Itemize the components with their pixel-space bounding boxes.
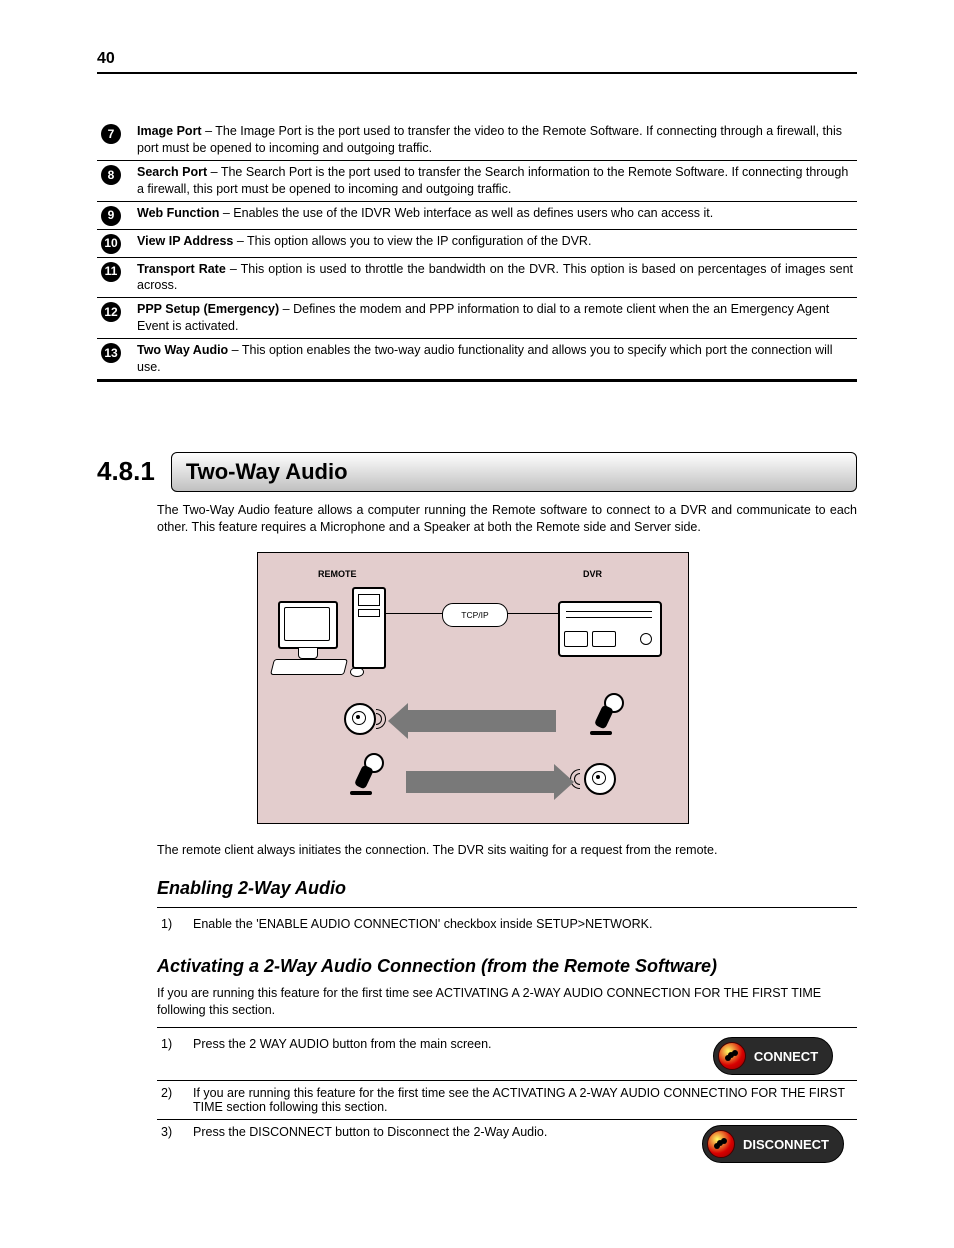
step-text: Enable the 'ENABLE AUDIO CONNECTION' che… xyxy=(189,912,857,936)
glossary-text: PPP Setup (Emergency) – Defines the mode… xyxy=(133,298,857,339)
step-number: 2) xyxy=(157,1081,189,1120)
tcpip-label: TCP/IP xyxy=(442,603,508,627)
section-intro: The Two-Way Audio feature allows a compu… xyxy=(157,502,857,536)
microphone-icon xyxy=(348,753,378,799)
glossary-text: Image Port – The Image Port is the port … xyxy=(133,120,857,160)
button-label: CONNECT xyxy=(754,1049,818,1064)
glossary-row: 12 PPP Setup (Emergency) – Defines the mo… xyxy=(97,298,857,339)
horizontal-rule xyxy=(97,72,857,74)
number-badge-icon: 13 xyxy=(101,343,121,363)
glossary-row: 8 Search Port – The Search Port is the po… xyxy=(97,160,857,201)
step-row: 3) Press the DISCONNECT button to Discon… xyxy=(157,1120,857,1169)
glossary-text: View IP Address – This option allows you… xyxy=(133,229,857,257)
glossary-text: Search Port – The Search Port is the por… xyxy=(133,160,857,201)
section-number: 4.8.1 xyxy=(97,452,171,492)
subheading-enabling: Enabling 2-Way Audio xyxy=(157,878,857,899)
glossary-text: Transport Rate – This option is used to … xyxy=(133,257,857,298)
glossary-row: 10 View IP Address – This option allows y… xyxy=(97,229,857,257)
page-number: 40 xyxy=(97,50,857,68)
step-number: 1) xyxy=(157,912,189,936)
step-number: 3) xyxy=(157,1120,189,1169)
number-badge-icon: 10 xyxy=(101,234,121,254)
arrow-left-icon xyxy=(406,710,556,732)
headset-icon xyxy=(718,1042,746,1070)
glossary-row: 13 Two Way Audio – This option enables th… xyxy=(97,339,857,381)
enabling-steps: 1) Enable the 'ENABLE AUDIO CONNECTION' … xyxy=(157,912,857,936)
step-row: 1) Enable the 'ENABLE AUDIO CONNECTION' … xyxy=(157,912,857,936)
glossary-text: Two Way Audio – This option enables the … xyxy=(133,339,857,381)
disconnect-button[interactable]: DISCONNECT xyxy=(702,1125,844,1163)
diagram-note: The remote client always initiates the c… xyxy=(157,842,857,859)
section-title: Two-Way Audio xyxy=(171,452,857,492)
microphone-icon xyxy=(588,693,618,739)
diagram-remote-label: REMOTE xyxy=(318,569,357,579)
step-text: Press the 2 WAY AUDIO button from the ma… xyxy=(189,1032,689,1081)
glossary-row: 7 Image Port – The Image Port is the port… xyxy=(97,120,857,160)
divider xyxy=(157,907,857,908)
step-text: Press the DISCONNECT button to Disconnec… xyxy=(189,1120,689,1169)
button-label: DISCONNECT xyxy=(743,1137,829,1152)
connect-button[interactable]: CONNECT xyxy=(713,1037,833,1075)
dvr-icon xyxy=(558,601,662,657)
activating-intro: If you are running this feature for the … xyxy=(157,985,857,1019)
glossary-row: 11 Transport Rate – This option is used t… xyxy=(97,257,857,298)
number-badge-icon: 12 xyxy=(101,302,121,322)
divider xyxy=(157,1027,857,1028)
two-way-audio-diagram: REMOTE DVR TCP/IP xyxy=(257,552,689,824)
glossary-text: Web Function – Enables the use of the ID… xyxy=(133,201,857,229)
diagram-dvr-label: DVR xyxy=(583,569,602,579)
subheading-activating: Activating a 2-Way Audio Connection (fro… xyxy=(157,956,857,977)
workstation-icon xyxy=(278,583,418,683)
section-header: 4.8.1 Two-Way Audio xyxy=(97,452,857,492)
glossary-row: 9 Web Function – Enables the use of the I… xyxy=(97,201,857,229)
number-badge-icon: 11 xyxy=(101,262,121,282)
step-text: If you are running this feature for the … xyxy=(189,1081,857,1120)
number-badge-icon: 8 xyxy=(101,165,121,185)
step-row: 2) If you are running this feature for t… xyxy=(157,1081,857,1120)
headset-icon xyxy=(707,1130,735,1158)
step-row: 1) Press the 2 WAY AUDIO button from the… xyxy=(157,1032,857,1081)
glossary-table: 7 Image Port – The Image Port is the port… xyxy=(97,120,857,382)
speaker-icon xyxy=(584,763,616,795)
speaker-icon xyxy=(344,703,376,735)
activating-steps: 1) Press the 2 WAY AUDIO button from the… xyxy=(157,1032,857,1168)
number-badge-icon: 7 xyxy=(101,124,121,144)
arrow-right-icon xyxy=(406,771,556,793)
number-badge-icon: 9 xyxy=(101,206,121,226)
step-number: 1) xyxy=(157,1032,189,1081)
